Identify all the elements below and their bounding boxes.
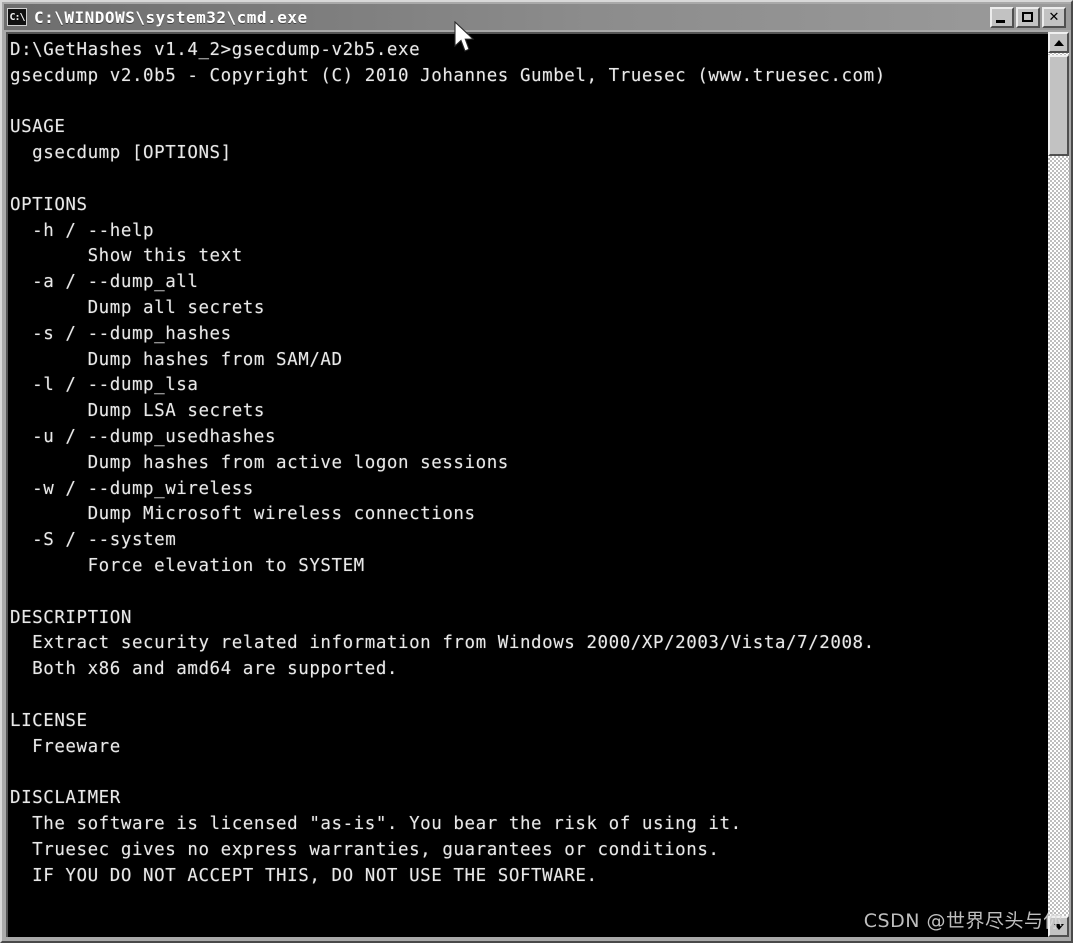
window-controls: ✕	[990, 6, 1068, 28]
window-titlebar[interactable]: C:\ C:\WINDOWS\system32\cmd.exe ✕	[4, 4, 1071, 30]
minimize-button[interactable]	[990, 6, 1014, 28]
console-line: Show this text	[10, 246, 243, 267]
window-title: C:\WINDOWS\system32\cmd.exe	[34, 7, 308, 27]
console-line: Freeware	[10, 736, 121, 757]
console-line: gsecdump v2.0b5 - Copyright (C) 2010 Joh…	[10, 65, 886, 86]
console-line: -S / --system	[10, 530, 177, 551]
console-line: The software is licensed "as-is". You be…	[10, 813, 742, 834]
maximize-icon	[1022, 11, 1033, 22]
console-line: D:\GetHashes v1.4_2>gsecdump-v2b5.exe	[10, 40, 421, 60]
csdn-watermark: CSDN @世界尽头与你	[863, 910, 1063, 932]
console-line: Truesec gives no express warranties, gua…	[10, 839, 720, 860]
console-line: DESCRIPTION	[10, 607, 132, 628]
console-line: IF YOU DO NOT ACCEPT THIS, DO NOT USE TH…	[10, 865, 598, 886]
console-line: -s / --dump_hashes	[10, 323, 232, 344]
console-line: -h / --help	[10, 220, 155, 241]
console-line: -l / --dump_lsa	[10, 375, 199, 396]
console-line: -u / --dump_usedhashes	[10, 426, 277, 447]
console-line: Both x86 and amd64 are supported.	[10, 659, 399, 680]
maximize-button[interactable]	[1016, 6, 1040, 28]
console-line: Dump Microsoft wireless connections	[10, 504, 476, 525]
console-client-area[interactable]: D:\GetHashes v1.4_2>gsecdump-v2b5.exegse…	[6, 32, 1054, 937]
console-line: LICENSE	[10, 710, 88, 731]
chevron-up-icon	[1053, 39, 1064, 46]
console-line: DISCLAIMER	[10, 788, 121, 809]
scrollbar-thumb[interactable]	[1048, 55, 1069, 156]
scroll-up-button[interactable]	[1048, 32, 1069, 53]
console-line: Extract security related information fro…	[10, 633, 875, 654]
cmd-icon: C:\	[7, 8, 27, 26]
cmd-window: C:\ C:\WINDOWS\system32\cmd.exe ✕ D:\Get…	[0, 0, 1073, 943]
console-line: gsecdump [OPTIONS]	[10, 143, 232, 164]
console-line: -a / --dump_all	[10, 272, 199, 293]
minimize-icon	[996, 19, 1005, 23]
console-line: USAGE	[10, 117, 66, 138]
console-line: Dump LSA secrets	[10, 401, 265, 422]
console-output: D:\GetHashes v1.4_2>gsecdump-v2b5.exegse…	[10, 38, 1030, 889]
console-line: Dump all secrets	[10, 297, 265, 318]
console-line: OPTIONS	[10, 194, 88, 215]
close-icon: ✕	[1048, 9, 1060, 25]
close-button[interactable]: ✕	[1042, 6, 1066, 28]
console-line: Dump hashes from SAM/AD	[10, 349, 343, 370]
vertical-scrollbar[interactable]	[1048, 32, 1069, 937]
console-line: -w / --dump_wireless	[10, 478, 254, 499]
console-line: Dump hashes from active logon sessions	[10, 452, 509, 473]
console-line: Force elevation to SYSTEM	[10, 555, 365, 576]
